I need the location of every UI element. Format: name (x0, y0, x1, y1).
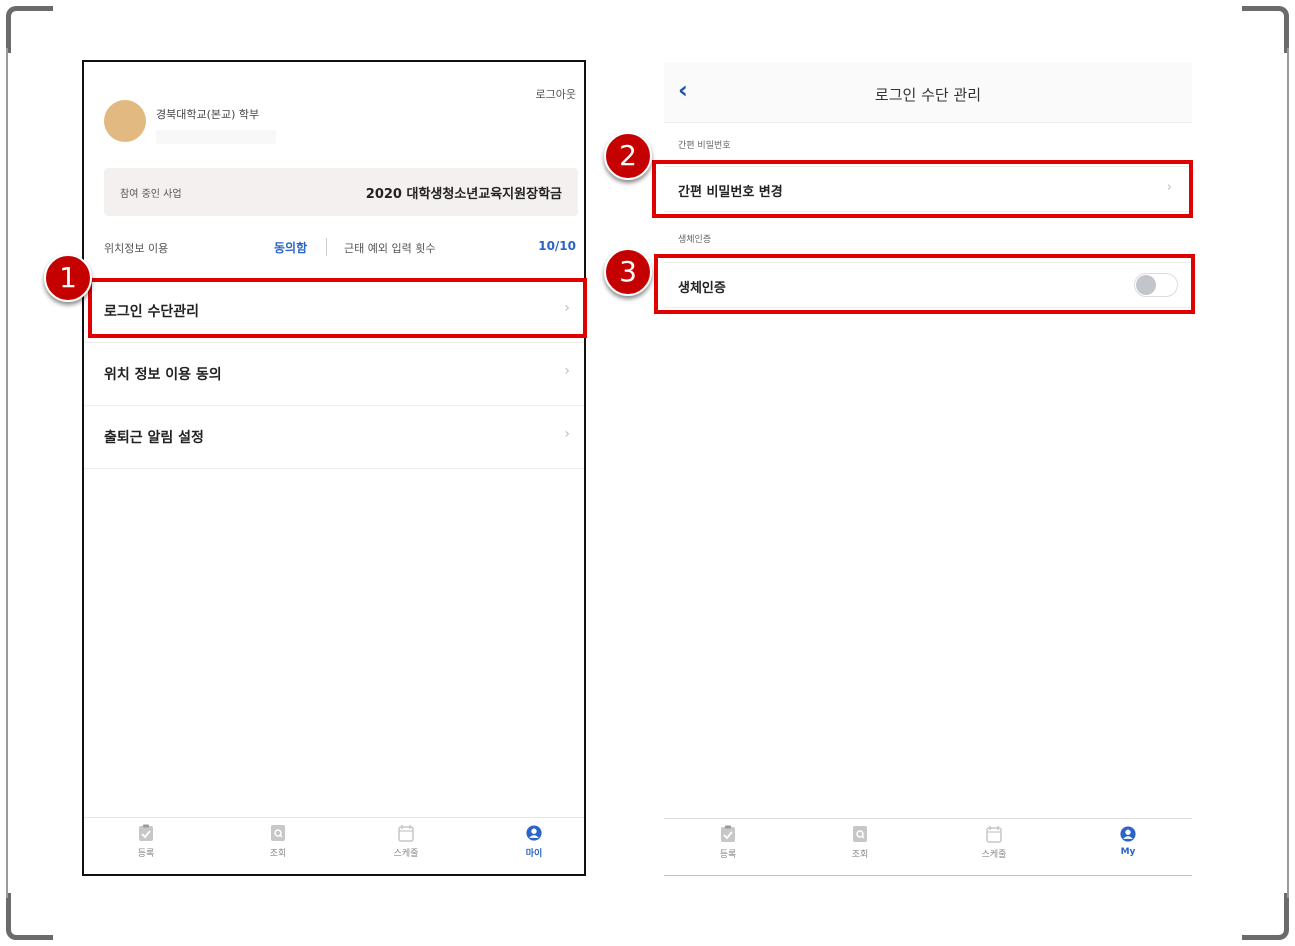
avatar (104, 100, 146, 142)
step-badge-3: 3 (604, 248, 652, 296)
tab-label: 조회 (269, 849, 287, 859)
business-card: 참여 중인 사업 2020 대학생청소년교육지원장학금 (104, 168, 578, 216)
calendar-icon (398, 825, 414, 842)
menu-item-commute-alert[interactable]: 출퇴근 알림 설정 › (84, 406, 584, 469)
highlight-box-2 (652, 160, 1193, 218)
tab-register[interactable]: 등록 (116, 824, 176, 859)
page-title: 로그인 수단 관리 (874, 86, 982, 104)
divider (326, 238, 327, 256)
document-search-icon (271, 825, 285, 841)
frame-side (1287, 48, 1289, 898)
highlight-box-1 (88, 278, 587, 338)
clipboard-check-icon (721, 825, 735, 842)
menu-item-label: 위치 정보 이용 동의 (104, 367, 222, 383)
step-badge-2: 2 (604, 132, 652, 180)
frame-corner (1242, 6, 1289, 53)
tab-label: 마이 (525, 849, 543, 859)
menu-item-location-consent[interactable]: 위치 정보 이용 동의 › (84, 343, 584, 406)
frame-corner (6, 6, 53, 53)
location-value: 동의함 (274, 241, 308, 255)
info-row: 위치정보 이용 동의함 근태 예외 입력 횟수 10/10 (104, 238, 576, 258)
frame-corner (6, 893, 53, 940)
chevron-right-icon: › (564, 426, 570, 442)
step-badge-1: 1 (44, 254, 92, 302)
frame-side (6, 48, 8, 898)
my-page-screen: 로그아웃 경북대학교(본교) 학부 참여 중인 사업 2020 대학생청소년교육… (82, 60, 586, 876)
tab-label: 조회 (851, 850, 869, 860)
calendar-icon (986, 826, 1002, 843)
tab-search[interactable]: 조회 (830, 825, 890, 860)
user-name-placeholder (156, 130, 276, 144)
location-label: 위치정보 이용 (104, 242, 169, 255)
user-circle-icon (1120, 826, 1136, 842)
tab-bar: 등록 조회 스케줄 마이 (84, 817, 584, 874)
section-label-password: 간편 비밀번호 (678, 141, 731, 151)
clipboard-check-icon (139, 824, 153, 841)
business-label: 참여 중인 사업 (120, 189, 182, 200)
tab-schedule[interactable]: 스케줄 (964, 825, 1024, 860)
tab-my[interactable]: My (1098, 825, 1158, 857)
tab-label: My (1120, 847, 1136, 857)
tab-label: 등록 (719, 850, 737, 860)
frame-corner (1242, 893, 1289, 940)
menu-item-label: 출퇴근 알림 설정 (104, 430, 204, 446)
tab-search[interactable]: 조회 (248, 824, 308, 859)
tab-my[interactable]: 마이 (504, 824, 564, 859)
attendance-label: 근태 예외 입력 횟수 (344, 242, 436, 255)
highlight-box-3 (654, 254, 1195, 314)
business-value: 2020 대학생청소년교육지원장학금 (365, 187, 562, 202)
nav-bar: ‹ 로그인 수단 관리 (664, 62, 1192, 123)
tab-bar: 등록 조회 스케줄 My (664, 818, 1192, 876)
user-circle-icon (526, 825, 542, 841)
tab-label: 등록 (137, 849, 155, 859)
tab-label: 스케줄 (981, 850, 1007, 860)
attendance-value: 10/10 (538, 239, 576, 253)
section-label-biometric: 생체인증 (678, 235, 712, 245)
school-name: 경북대학교(본교) 학부 (156, 108, 260, 121)
document-search-icon (853, 826, 867, 842)
logout-button[interactable]: 로그아웃 (536, 86, 576, 102)
tab-label: 스케줄 (393, 849, 419, 859)
chevron-right-icon: › (564, 363, 570, 379)
tab-register[interactable]: 등록 (698, 825, 758, 860)
tab-schedule[interactable]: 스케줄 (376, 824, 436, 859)
